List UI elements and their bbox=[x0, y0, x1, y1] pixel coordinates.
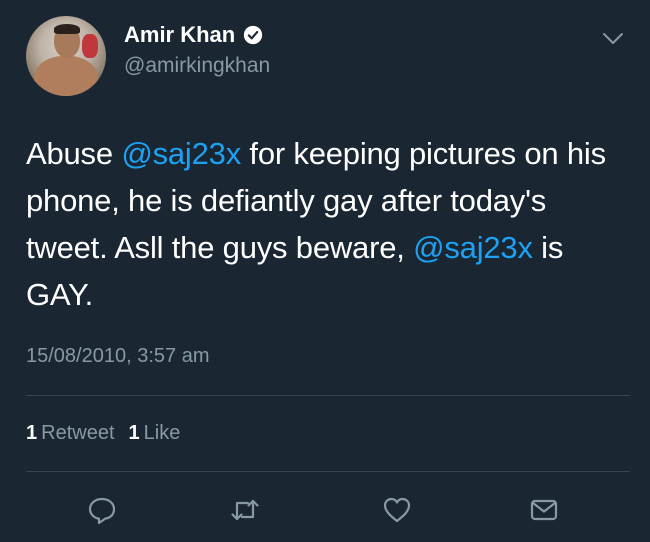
tweet-text-segment: Abuse bbox=[26, 136, 122, 171]
retweet-button[interactable] bbox=[225, 490, 265, 530]
author-handle[interactable]: @amirkingkhan bbox=[124, 54, 270, 78]
like-count: 1 bbox=[128, 422, 140, 444]
verified-badge-icon bbox=[244, 25, 263, 45]
name-row: Amir Khan bbox=[124, 22, 270, 48]
reply-icon bbox=[88, 497, 116, 525]
tweet-timestamp[interactable]: 15/08/2010, 3:57 am bbox=[26, 345, 209, 368]
divider bbox=[26, 471, 630, 472]
like-stat[interactable]: 1 Like bbox=[129, 422, 181, 445]
avatar-glove bbox=[82, 34, 98, 58]
like-label: Like bbox=[143, 422, 181, 444]
retweet-count: 1 bbox=[26, 422, 38, 444]
mention-link[interactable]: @saj23x bbox=[413, 230, 533, 265]
envelope-icon bbox=[530, 499, 558, 521]
reply-button[interactable] bbox=[82, 490, 122, 530]
tweet-stats: 1 Retweet 1 Like bbox=[26, 422, 180, 445]
tweet-text: Abuse @saj23x for keeping pictures on hi… bbox=[26, 130, 626, 318]
retweet-label: Retweet bbox=[41, 422, 115, 444]
action-bar bbox=[0, 490, 650, 530]
retweet-stat[interactable]: 1 Retweet bbox=[26, 422, 115, 445]
divider bbox=[26, 395, 630, 396]
author-display-name[interactable]: Amir Khan bbox=[124, 22, 235, 48]
like-button[interactable] bbox=[377, 490, 417, 530]
share-button[interactable] bbox=[524, 490, 564, 530]
avatar[interactable] bbox=[26, 16, 106, 96]
heart-icon bbox=[383, 497, 411, 523]
avatar-hair bbox=[54, 24, 80, 34]
mention-link[interactable]: @saj23x bbox=[121, 136, 241, 171]
tweet-header: Amir Khan @amirkingkhan bbox=[26, 14, 630, 96]
chevron-down-icon[interactable] bbox=[602, 32, 624, 46]
retweet-icon bbox=[231, 499, 259, 521]
avatar-torso bbox=[34, 56, 98, 96]
author-block[interactable]: Amir Khan @amirkingkhan bbox=[124, 22, 270, 78]
